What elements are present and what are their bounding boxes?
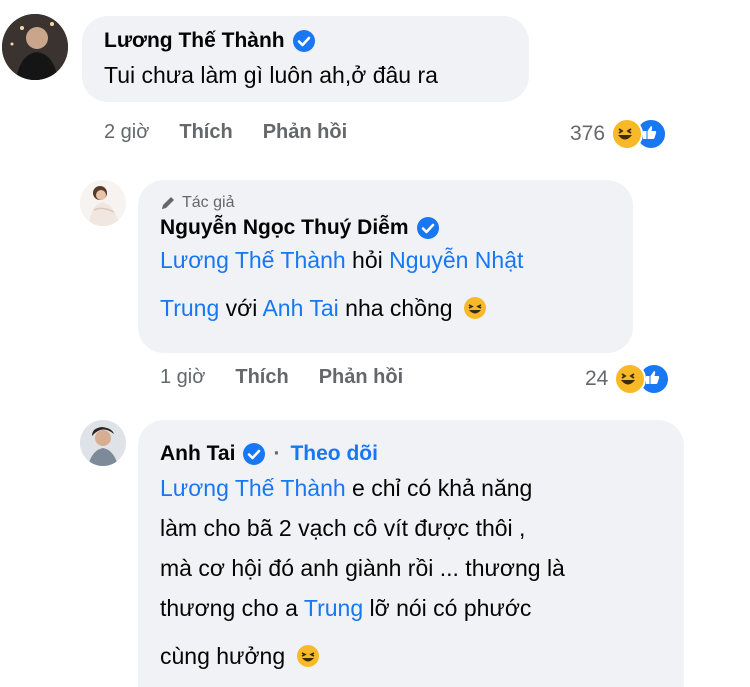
- comment-time[interactable]: 2 giờ: [104, 121, 149, 144]
- reaction-count: 24: [585, 367, 609, 390]
- mention-link[interactable]: Trung: [304, 595, 363, 621]
- like-button[interactable]: Thích: [235, 366, 288, 389]
- comment-text: Tui chưa làm gì luôn ah,ở đâu ra: [104, 62, 438, 88]
- follow-button[interactable]: Theo dõi: [290, 442, 378, 466]
- comment-bubble: Anh Tai · Theo dõi Lương Thế Thành e chỉ…: [138, 420, 684, 687]
- comment-actions: 2 giờ Thích Phản hồi: [104, 121, 377, 144]
- reply-button[interactable]: Phản hồi: [263, 121, 347, 144]
- mention-link[interactable]: Nguyễn Nhật: [389, 247, 523, 273]
- comment-time[interactable]: 1 giờ: [160, 366, 205, 389]
- verified-icon: [416, 217, 439, 239]
- grin-emoji-icon: [296, 640, 320, 667]
- verified-icon: [243, 443, 266, 465]
- mention-link[interactable]: Lương Thế Thành: [160, 247, 346, 273]
- mention-link[interactable]: Anh Tai: [262, 295, 338, 321]
- avatar[interactable]: [2, 14, 68, 80]
- comment-text: Lương Thế Thành e chỉ có khả năng làm ch…: [160, 475, 565, 669]
- laugh-emoji-icon: [614, 363, 647, 395]
- comment-author[interactable]: Lương Thế Thành: [104, 29, 285, 53]
- author-badge: Tác giả: [160, 194, 611, 212]
- comment-text: Lương Thế Thành hỏi Nguyễn Nhật Trung vớ…: [160, 247, 524, 321]
- verified-icon: [292, 30, 315, 52]
- comment-actions: 1 giờ Thích Phản hồi: [160, 366, 433, 389]
- mention-link[interactable]: Lương Thế Thành: [160, 475, 346, 501]
- grin-emoji-icon: [463, 288, 487, 319]
- reply-button[interactable]: Phản hồi: [319, 366, 403, 389]
- avatar[interactable]: [80, 180, 126, 226]
- separator-dot: ·: [273, 442, 281, 465]
- reaction-count: 376: [570, 122, 606, 145]
- reaction-summary[interactable]: 24: [585, 363, 671, 395]
- reaction-summary[interactable]: 376: [570, 118, 668, 150]
- pen-icon: [160, 195, 176, 211]
- comment-bubble: Lương Thế Thành Tui chưa làm gì luôn ah,…: [82, 16, 529, 102]
- like-button[interactable]: Thích: [179, 121, 232, 144]
- mention-link[interactable]: Trung: [160, 295, 219, 321]
- comment-bubble: Tác giả Nguyễn Ngọc Thuý Diễm Lương Thế …: [138, 180, 633, 353]
- avatar[interactable]: [80, 420, 126, 466]
- comment-author[interactable]: Anh Tai: [160, 442, 235, 466]
- laugh-emoji-icon: [611, 118, 644, 150]
